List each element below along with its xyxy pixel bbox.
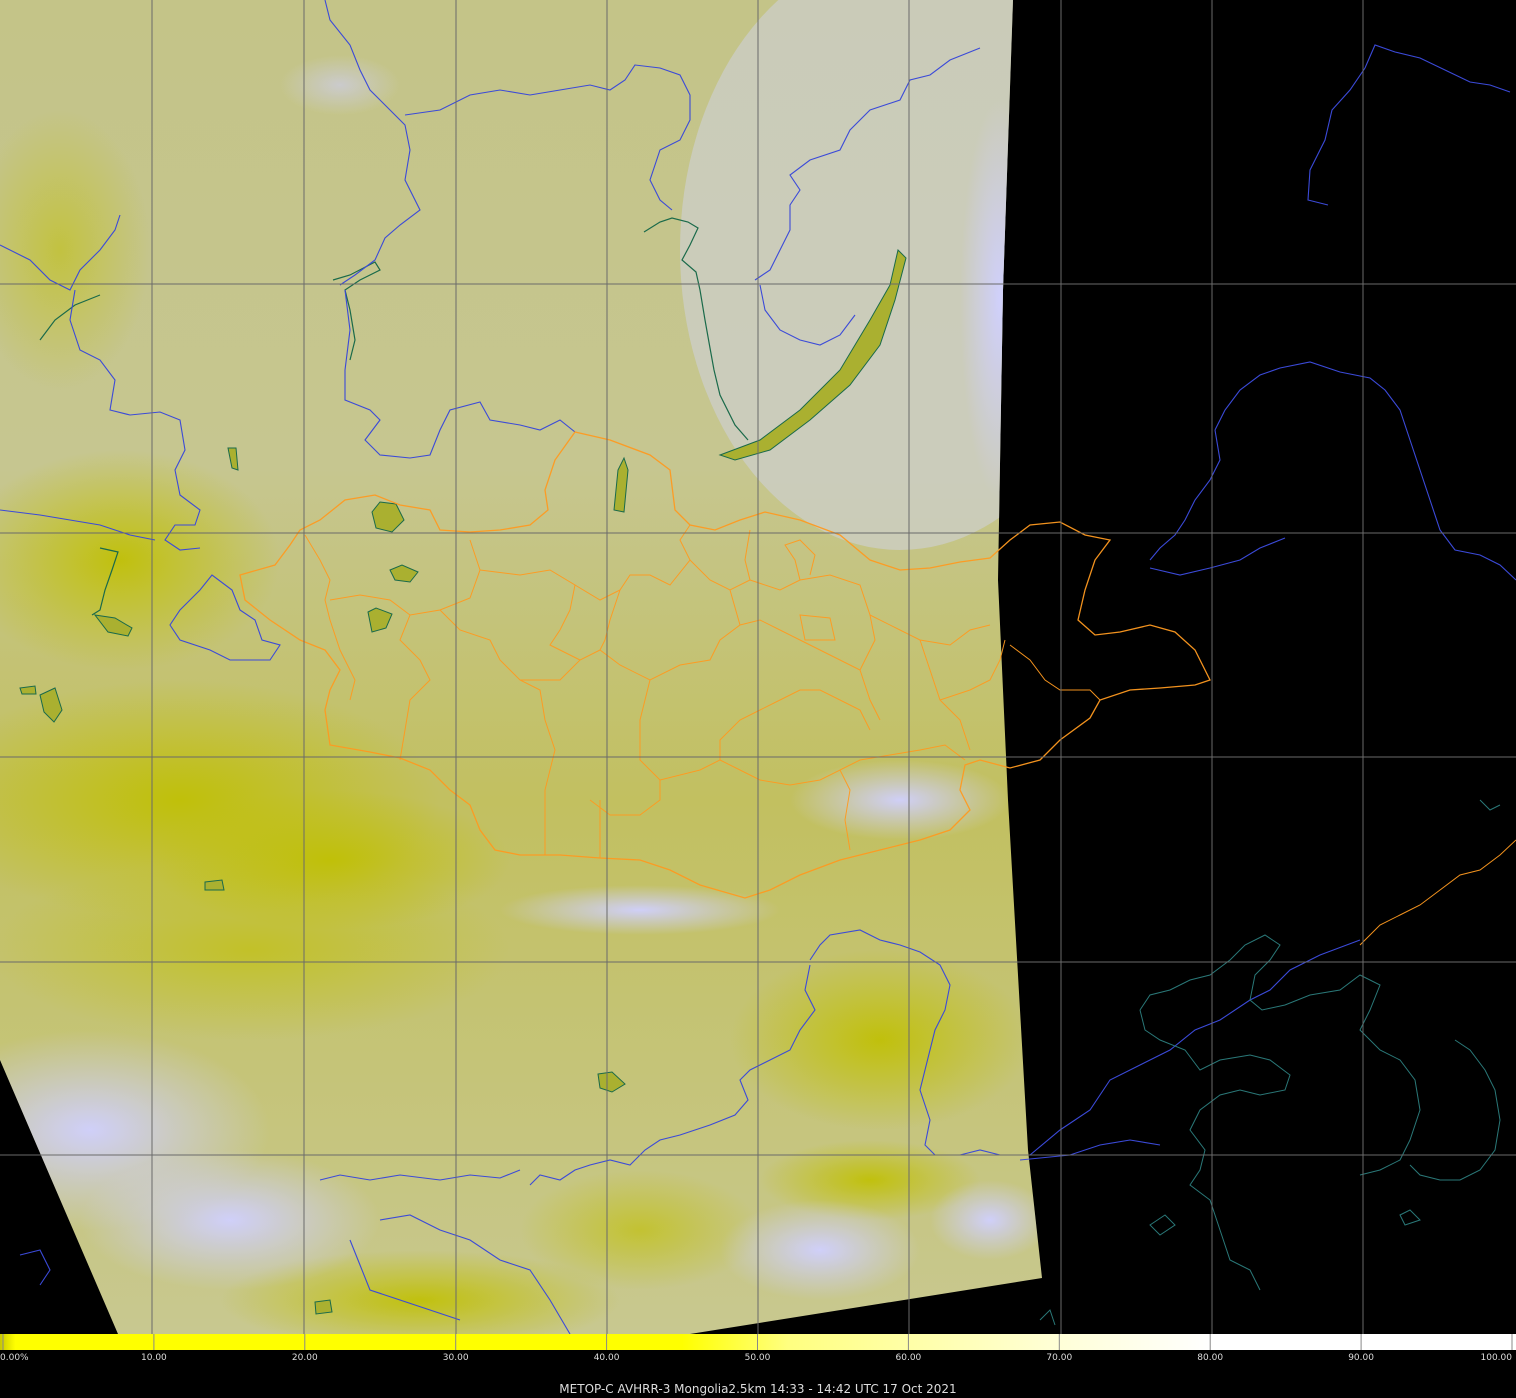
color-scale-label: 60.00 — [895, 1353, 922, 1363]
color-scale-label: 90.00 — [1348, 1353, 1374, 1363]
color-scale-label: 50.00 — [744, 1353, 771, 1363]
color-scale-label: 10.00 — [141, 1353, 167, 1363]
color-scale-label: 30.00 — [442, 1353, 469, 1363]
color-scale-label: 70.00 — [1046, 1353, 1073, 1363]
color-scale-label: 20.00 — [291, 1353, 318, 1363]
color-scale-bar — [0, 1334, 1516, 1350]
satellite-map — [0, 0, 1516, 1334]
image-caption: METOP-C AVHRR-3 Mongolia2.5km 14:33 - 14… — [559, 1382, 957, 1396]
color-scale-label: 0.00% — [0, 1353, 29, 1363]
color-scale-labels: 0.00% 10.00 20.00 30.00 40.00 50.00 60.00 70.00… — [0, 1351, 1516, 1367]
color-scale-label: 40.00 — [593, 1353, 620, 1363]
color-scale-label: 100.00 — [1480, 1353, 1513, 1363]
color-scale-label: 80.00 — [1197, 1353, 1224, 1363]
satellite-swath — [0, 0, 1042, 1334]
